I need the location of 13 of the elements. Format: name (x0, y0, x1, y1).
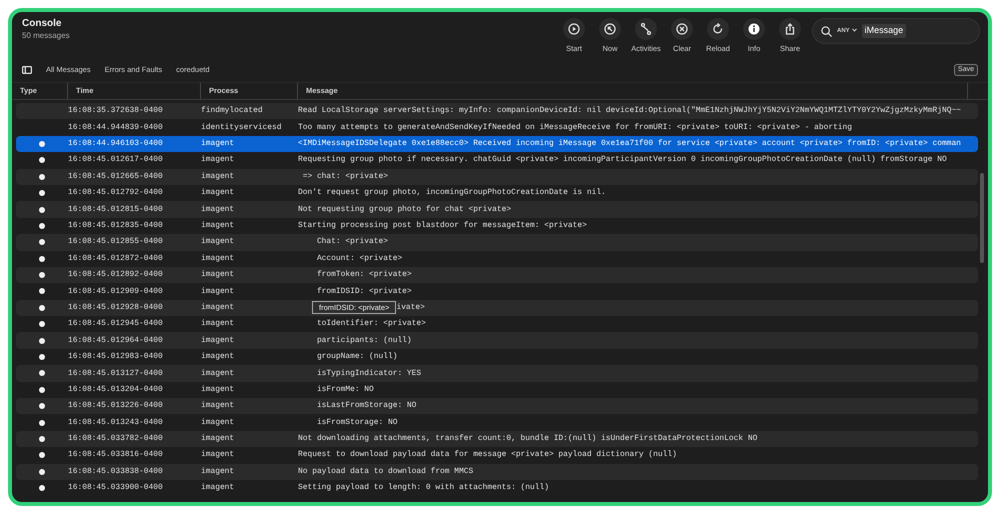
scrollbar-thumb[interactable] (980, 173, 984, 263)
window-title: Console (22, 18, 62, 30)
route-icon (640, 23, 652, 35)
search-icon (821, 26, 832, 36)
play-icon (568, 23, 580, 35)
search-token[interactable]: iMessage (862, 24, 906, 38)
info-icon (748, 23, 760, 35)
share-icon (784, 23, 796, 35)
sidebar-icon[interactable] (22, 66, 32, 74)
clear-icon (676, 23, 688, 35)
chevron-icon (852, 28, 857, 32)
message-count: 50 messages (22, 30, 70, 42)
reload-icon (712, 23, 724, 35)
